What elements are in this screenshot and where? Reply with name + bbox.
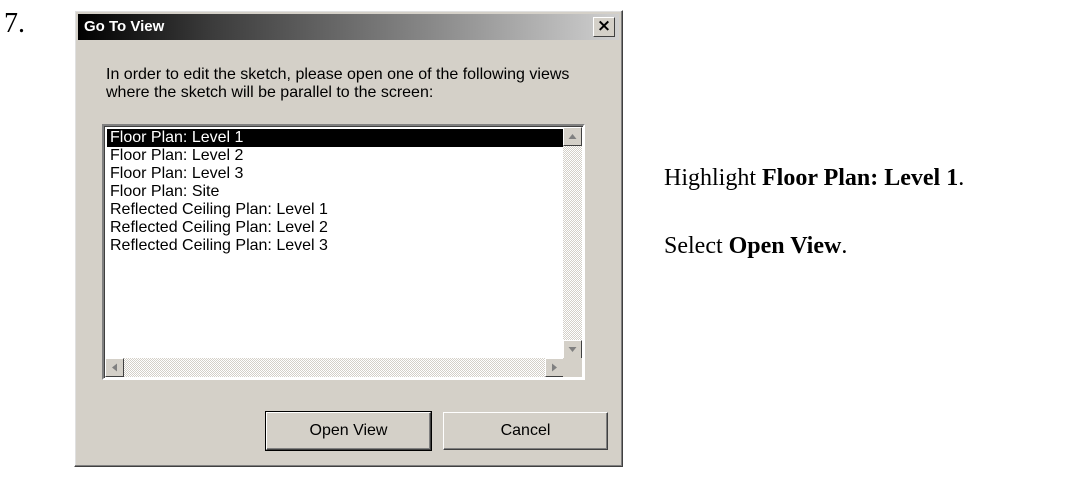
view-list-item[interactable]: Floor Plan: Level 2: [107, 147, 566, 165]
scroll-right-button[interactable]: [545, 358, 564, 377]
instructions: Highlight Floor Plan: Level 1. Select Op…: [664, 164, 964, 300]
view-list-item[interactable]: Reflected Ceiling Plan: Level 3: [107, 237, 566, 255]
scroll-left-button[interactable]: [105, 358, 124, 377]
instruction-punctuation: .: [958, 165, 965, 191]
open-view-button[interactable]: Open View: [265, 411, 432, 451]
arrow-up-icon: [568, 134, 577, 139]
instruction-emphasis: Floor Plan: Level 1: [762, 165, 959, 191]
view-list-item[interactable]: Floor Plan: Level 1: [107, 129, 566, 147]
instruction-select: Select Open View.: [664, 232, 964, 260]
instruction-text: Highlight: [664, 165, 763, 191]
scroll-up-button[interactable]: [563, 127, 582, 146]
horizontal-scrollbar[interactable]: [105, 358, 564, 377]
instruction-punctuation: .: [841, 233, 848, 259]
view-list-item[interactable]: Reflected Ceiling Plan: Level 2: [107, 219, 566, 237]
instruction-text: Select: [664, 233, 729, 259]
vertical-scrollbar[interactable]: [563, 127, 582, 359]
dialog-title: Go To View: [84, 18, 165, 35]
close-icon: ×: [596, 16, 612, 36]
dialog-message: In order to edit the sketch, please open…: [106, 66, 570, 101]
views-list: Floor Plan: Level 1 Floor Plan: Level 2 Fl…: [107, 129, 566, 255]
view-list-item[interactable]: Reflected Ceiling Plan: Level 1: [107, 201, 566, 219]
dialog-titlebar[interactable]: Go To View ×: [78, 14, 619, 40]
instruction-emphasis: Open View: [728, 233, 842, 259]
go-to-view-dialog: Go To View × In order to edit the sketch…: [74, 10, 623, 467]
views-listbox[interactable]: Floor Plan: Level 1 Floor Plan: Level 2 Fl…: [102, 124, 585, 380]
arrow-left-icon: [112, 363, 117, 372]
arrow-down-icon: [568, 347, 577, 352]
arrow-right-icon: [552, 363, 557, 372]
close-button[interactable]: ×: [593, 17, 615, 37]
scrollbar-corner: [563, 358, 582, 377]
scroll-down-button[interactable]: [563, 340, 582, 359]
step-number: 7.: [4, 8, 25, 39]
cancel-button[interactable]: Cancel: [443, 412, 608, 450]
view-list-item[interactable]: Floor Plan: Site: [107, 183, 566, 201]
view-list-item[interactable]: Floor Plan: Level 3: [107, 165, 566, 183]
instruction-highlight: Highlight Floor Plan: Level 1.: [664, 164, 964, 192]
